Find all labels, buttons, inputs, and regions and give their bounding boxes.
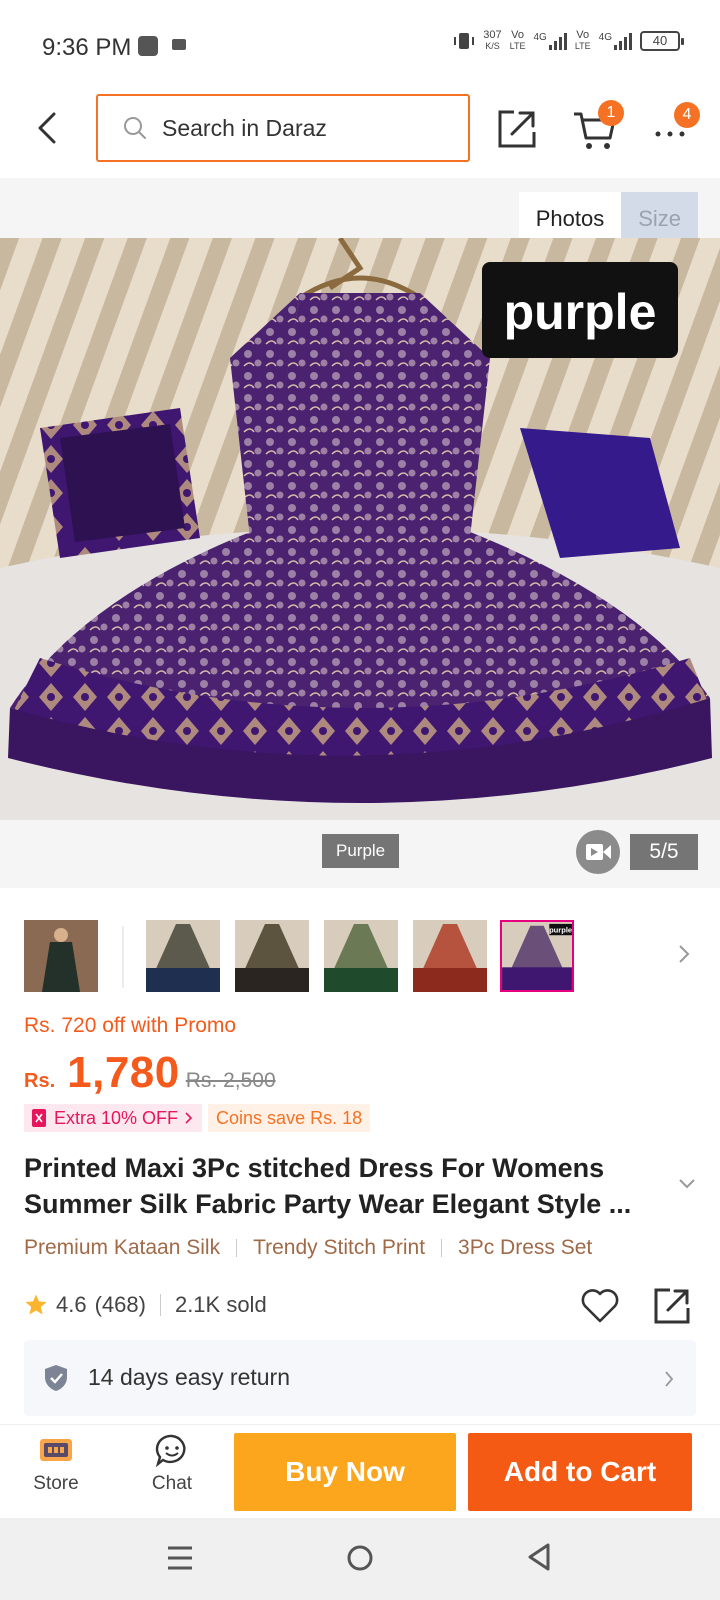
chevron-right-icon[interactable] bbox=[676, 940, 692, 968]
product-image[interactable]: purple bbox=[0, 238, 720, 820]
signal-2: 4G bbox=[599, 32, 632, 50]
cart-badge: 1 bbox=[598, 100, 624, 126]
thumbnail-divider bbox=[122, 926, 124, 988]
return-policy-row[interactable]: 14 days easy return bbox=[24, 1340, 696, 1416]
thumbnail-tag: purple bbox=[549, 925, 572, 934]
battery-icon: 40 bbox=[640, 31, 684, 51]
thumbnail-navy-image bbox=[146, 920, 220, 992]
thumbnail-black-image bbox=[235, 920, 309, 992]
feature-item: Premium Kataan Silk bbox=[24, 1236, 221, 1259]
system-back-icon[interactable] bbox=[526, 1542, 552, 1572]
top-navigation: Search in Daraz 1 4 bbox=[0, 84, 720, 178]
volte-1: Vo LTE bbox=[510, 30, 526, 52]
chat-icon bbox=[155, 1434, 186, 1467]
voucher-icon bbox=[32, 1109, 46, 1127]
store-button[interactable]: Store bbox=[16, 1433, 96, 1495]
thumbnail-variant[interactable] bbox=[235, 920, 309, 992]
rating-value: 4.6 bbox=[56, 1292, 87, 1317]
rating-row[interactable]: 4.6 (468) 2.1K sold bbox=[24, 1292, 267, 1318]
promo-text: Rs. 720 off with Promo bbox=[24, 1014, 237, 1037]
more-badge: 4 bbox=[674, 102, 700, 128]
thumbnail-variant[interactable] bbox=[324, 920, 398, 992]
bottom-action-bar: Store Chat Buy Now Add to Cart bbox=[0, 1424, 720, 1518]
product-features: Premium Kataan Silk Trendy Stitch Print … bbox=[24, 1236, 592, 1260]
status-bar: 9:36 PM 307 K/S Vo LTE 4G Vo LTE 4G 40 bbox=[0, 0, 720, 84]
chat-label: Chat bbox=[151, 1473, 193, 1494]
system-navigation-bar bbox=[0, 1518, 720, 1600]
extra-off-tag[interactable]: Extra 10% OFF bbox=[24, 1104, 203, 1132]
image-counter: 5/5 bbox=[630, 834, 698, 870]
share-icon[interactable] bbox=[652, 1286, 692, 1326]
price-currency: Rs. bbox=[24, 1070, 56, 1092]
volte-1-sub: LTE bbox=[509, 41, 526, 51]
volte-2-sub: LTE bbox=[574, 41, 591, 51]
share-icon[interactable] bbox=[496, 108, 538, 150]
store-icon bbox=[40, 1439, 72, 1461]
more-menu-button[interactable]: 4 bbox=[652, 102, 702, 150]
thumbnail-model-image bbox=[24, 920, 98, 992]
video-icon bbox=[586, 844, 611, 860]
search-placeholder: Search in Daraz bbox=[162, 114, 327, 141]
star-icon bbox=[25, 1294, 47, 1315]
price-original: Rs. 2,500 bbox=[185, 1069, 276, 1092]
price-current: 1,780 bbox=[67, 1048, 180, 1097]
chat-button[interactable]: Chat bbox=[132, 1433, 212, 1495]
thumbnail-strip: purple bbox=[0, 910, 720, 1002]
network-speed-unit: K/S bbox=[485, 41, 500, 51]
volte-2-label: Vo bbox=[576, 29, 590, 41]
network-speed: 307 K/S bbox=[483, 30, 501, 52]
thumbnail-variant[interactable] bbox=[146, 920, 220, 992]
status-time: 9:36 PM bbox=[42, 34, 132, 61]
price-row: Rs. 1,780 Rs. 2,500 bbox=[24, 1048, 276, 1098]
rating-divider bbox=[159, 1294, 161, 1316]
buy-now-button[interactable]: Buy Now bbox=[234, 1433, 456, 1511]
feature-divider bbox=[236, 1239, 238, 1257]
signal-1-gen: 4G bbox=[533, 32, 547, 43]
shield-icon bbox=[45, 1365, 67, 1391]
notification-icon bbox=[138, 36, 158, 56]
coins-tag[interactable]: Coins save Rs. 18 bbox=[208, 1104, 371, 1132]
thumbnail-model[interactable] bbox=[24, 920, 98, 992]
add-to-cart-button[interactable]: Add to Cart bbox=[468, 1433, 692, 1511]
volte-1-label: Vo bbox=[511, 29, 524, 41]
thumbnail-variant[interactable] bbox=[413, 920, 487, 992]
back-arrow-icon[interactable] bbox=[30, 108, 66, 148]
chevron-right-icon bbox=[185, 1112, 193, 1124]
product-title: Printed Maxi 3Pc stitched Dress For Wome… bbox=[24, 1153, 632, 1219]
sold-count: 2.1K sold bbox=[174, 1292, 267, 1317]
thumbnail-selected[interactable]: purple bbox=[500, 920, 574, 992]
thumbnail-red-image bbox=[413, 920, 487, 992]
signal-bars-icon bbox=[614, 32, 632, 50]
promo-tags: Extra 10% OFF Coins save Rs. 18 bbox=[24, 1104, 371, 1132]
feature-item: 3Pc Dress Set bbox=[458, 1236, 593, 1259]
image-caption: Purple bbox=[322, 834, 400, 868]
chevron-right-icon bbox=[665, 1371, 674, 1387]
feature-item: Trendy Stitch Print bbox=[253, 1236, 426, 1259]
search-input[interactable]: Search in Daraz bbox=[96, 94, 470, 162]
image-color-label: purple bbox=[504, 284, 657, 340]
thumbnail-green-image bbox=[324, 920, 398, 992]
message-icon bbox=[172, 39, 186, 50]
store-label: Store bbox=[33, 1473, 79, 1494]
signal-1: 4G bbox=[533, 32, 567, 50]
recent-apps-icon[interactable] bbox=[166, 1544, 194, 1572]
extra-off-label: Extra 10% OFF bbox=[54, 1108, 179, 1128]
network-speed-value: 307 bbox=[483, 29, 502, 41]
feature-divider bbox=[441, 1239, 443, 1257]
thumbnail-purple-image: purple bbox=[502, 922, 572, 990]
home-icon[interactable] bbox=[346, 1544, 374, 1572]
heart-icon[interactable] bbox=[580, 1288, 620, 1324]
status-icons: 307 K/S Vo LTE 4G Vo LTE 4G 40 bbox=[453, 30, 684, 52]
chevron-down-icon[interactable] bbox=[678, 1178, 696, 1190]
product-gallery: Photos Size purple Purple 5/5 bbox=[0, 178, 720, 888]
search-icon bbox=[124, 117, 146, 139]
volte-2: Vo LTE bbox=[575, 30, 591, 52]
video-button[interactable] bbox=[576, 830, 620, 874]
return-text: 14 days easy return bbox=[88, 1364, 291, 1390]
review-count: (468) bbox=[94, 1292, 146, 1317]
vibrate-icon bbox=[454, 33, 475, 49]
cart-button[interactable]: 1 bbox=[572, 100, 624, 152]
signal-bars-icon bbox=[548, 32, 567, 50]
signal-2-gen: 4G bbox=[598, 32, 612, 43]
